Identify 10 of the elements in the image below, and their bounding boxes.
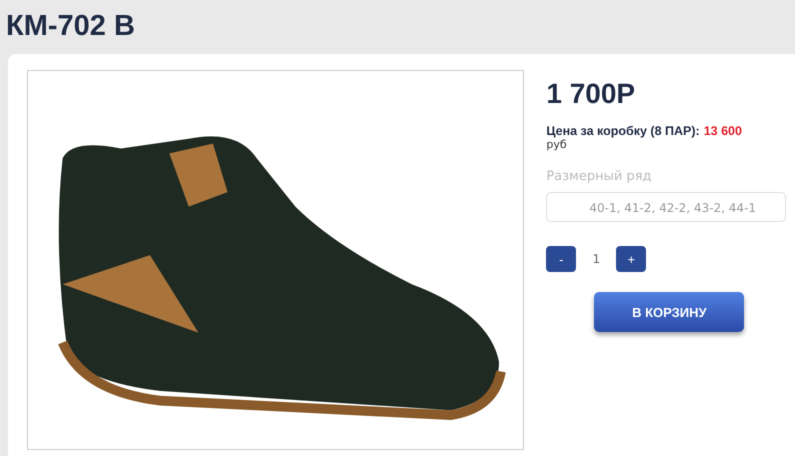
increase-button[interactable]: + xyxy=(616,246,646,272)
currency-label: руб xyxy=(546,138,567,151)
box-price-value: 13 600 xyxy=(704,124,742,138)
box-price-label: Цена за коробку (8 ПАР): xyxy=(546,124,700,138)
add-to-cart-button[interactable]: В КОРЗИНУ xyxy=(594,292,744,332)
product-price: 1 700Р xyxy=(546,78,636,110)
quantity-field[interactable]: 1 xyxy=(576,252,616,266)
decrease-button[interactable]: - xyxy=(546,246,576,272)
product-title: КМ-702 В xyxy=(6,9,136,44)
sizes-label: Размерный ряд xyxy=(546,169,652,184)
